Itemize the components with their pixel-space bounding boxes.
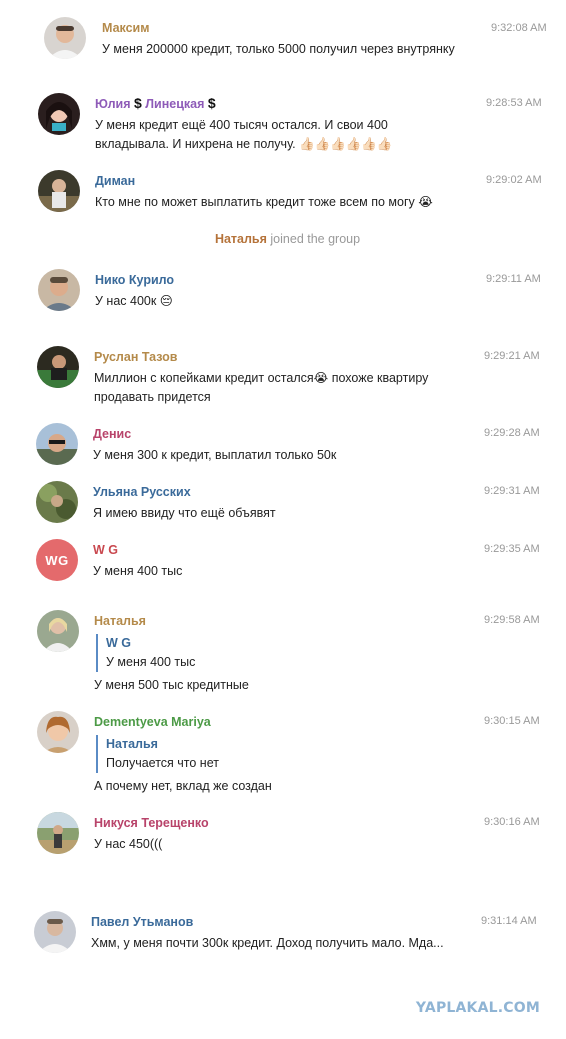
- watermark-logo: YAPLAKAL.COM: [415, 1000, 540, 1016]
- reply-author: Наталья: [106, 737, 158, 751]
- avatar[interactable]: [38, 170, 80, 212]
- message-text: А почему нет, вклад же создан: [94, 779, 272, 793]
- message-text: Хмм, у меня почти 300к кредит. Доход пол…: [91, 936, 444, 950]
- message-time: 9:30:16 AM: [484, 816, 540, 828]
- message-time: 9:29:02 AM: [486, 174, 542, 186]
- message-text: Кто мне по может выплатить кредит тоже в…: [95, 195, 433, 209]
- sender-last-name: Линецкая: [145, 97, 205, 111]
- avatar[interactable]: [37, 610, 79, 652]
- reply-author: W G: [106, 636, 131, 650]
- message-time: 9:29:58 AM: [484, 614, 540, 626]
- sender-name[interactable]: Нико Курило: [95, 273, 174, 287]
- message-time: 9:29:31 AM: [484, 485, 540, 497]
- message-time: 9:28:53 AM: [486, 97, 542, 109]
- message-time: 9:32:08 AM: [491, 22, 547, 34]
- sender-name[interactable]: Денис: [93, 427, 131, 441]
- message-time: 9:29:11 AM: [486, 273, 541, 285]
- message-text: У меня 200000 кредит, только 5000 получи…: [102, 42, 455, 56]
- service-message: Наталья joined the group: [0, 232, 566, 246]
- avatar[interactable]: [34, 911, 76, 953]
- service-user-name[interactable]: Наталья: [215, 232, 267, 246]
- avatar[interactable]: [36, 423, 78, 465]
- reply-text: Получается что нет: [106, 756, 219, 770]
- sender-first-name: Юлия: [95, 97, 131, 111]
- sender-name[interactable]: Наталья: [94, 614, 146, 628]
- reply-quote[interactable]: Наталья Получается что нет: [96, 735, 219, 773]
- message-time: 9:31:14 AM: [481, 915, 537, 927]
- message-time: 9:29:28 AM: [484, 427, 540, 439]
- dollar-icon: $: [133, 95, 142, 111]
- message-text: Миллион с копейками кредит остался😭 похо…: [94, 371, 429, 404]
- sender-name[interactable]: Руслан Тазов: [94, 350, 178, 364]
- message-text: У нас 450(((: [94, 837, 163, 851]
- message-time: 9:29:35 AM: [484, 543, 540, 555]
- reply-text: У меня 400 тыс: [106, 655, 196, 669]
- avatar[interactable]: WG: [36, 539, 78, 581]
- sender-name[interactable]: Максим: [102, 21, 150, 35]
- sender-name[interactable]: Юлия $ Линецкая $: [95, 95, 216, 111]
- sender-name[interactable]: Dementyeva Mariya: [94, 715, 211, 729]
- message-text: У меня 500 тыс кредитные: [94, 678, 249, 692]
- avatar[interactable]: [38, 269, 80, 311]
- reply-quote[interactable]: W G У меня 400 тыс: [96, 634, 195, 672]
- message-text: У меня 400 тыс: [93, 564, 183, 578]
- avatar[interactable]: [37, 812, 79, 854]
- avatar[interactable]: [36, 481, 78, 523]
- sender-name[interactable]: Ульяна Русских: [93, 485, 191, 499]
- message-time: 9:30:15 AM: [484, 715, 540, 727]
- avatar[interactable]: [38, 93, 80, 135]
- message-text: У нас 400к 😔: [95, 294, 173, 308]
- sender-name[interactable]: W G: [93, 543, 118, 557]
- message-time: 9:29:21 AM: [484, 350, 540, 362]
- sender-name[interactable]: Никуся Терещенко: [94, 816, 209, 830]
- sender-name[interactable]: Павел Утьманов: [91, 915, 193, 929]
- message-text: Я имею ввиду что ещё объявят: [93, 506, 276, 520]
- avatar[interactable]: [37, 711, 79, 753]
- sender-name[interactable]: Диман: [95, 174, 135, 188]
- message-text: У меня 300 к кредит, выплатил только 50к: [93, 448, 337, 462]
- avatar[interactable]: [44, 17, 86, 59]
- message-text: У меня кредит ещё 400 тысяч остался. И с…: [95, 118, 393, 151]
- avatar[interactable]: [37, 346, 79, 388]
- service-action: joined the group: [270, 232, 361, 246]
- dollar-icon: $: [207, 95, 216, 111]
